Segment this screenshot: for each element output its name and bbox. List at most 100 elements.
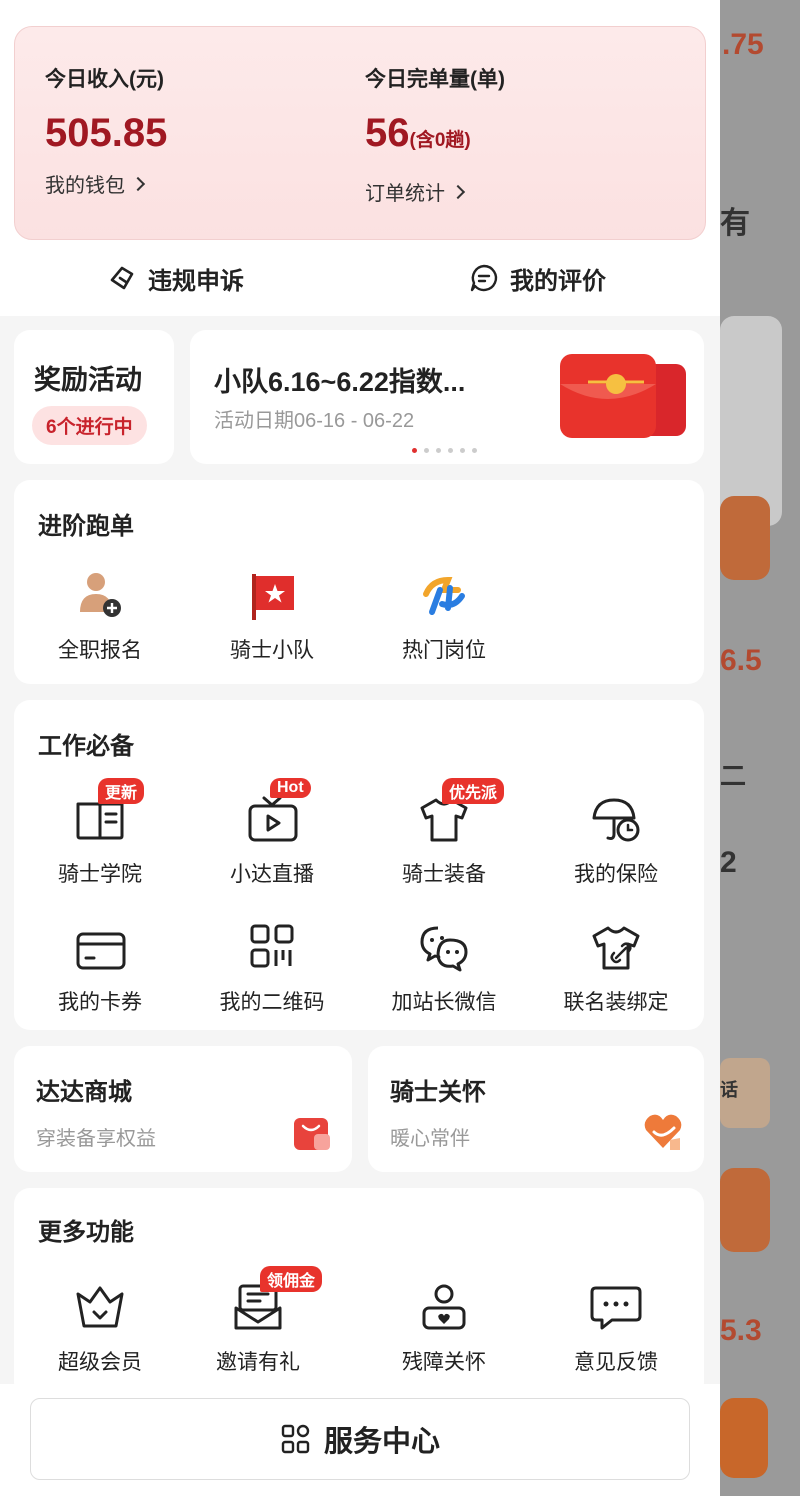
- service-center-label: 服务中心: [323, 1426, 440, 1458]
- reward-label: 奖励活动: [34, 365, 142, 395]
- my-coupons-item[interactable]: 我的卡券: [14, 920, 186, 1016]
- appeal-button[interactable]: 违规申诉: [106, 256, 244, 300]
- side-drawer: 今日收入(元) 505.85 我的钱包 今日完单量(单) 56(含0趟) 订单统…: [0, 0, 720, 1496]
- feedback-icon: [590, 1286, 642, 1330]
- hot-jobs-icon: [423, 576, 465, 615]
- invite-reward-label: 邀请有礼: [216, 1351, 300, 1374]
- grid-apps-icon: [281, 1424, 310, 1454]
- my-coupons-label: 我的卡券: [58, 991, 142, 1014]
- super-member-label: 超级会员: [58, 1351, 142, 1374]
- bg-orange-block: [720, 496, 770, 580]
- reward-activity-card[interactable]: 奖励活动 6个进行中: [14, 330, 174, 464]
- hot-positions-item[interactable]: 热门岗位: [358, 568, 530, 664]
- my-insurance-label: 我的保险: [574, 863, 658, 886]
- advanced-title: 进阶跑单: [38, 513, 134, 540]
- live-stream-item[interactable]: Hot 小达直播: [186, 778, 358, 888]
- reward-badge: 6个进行中: [32, 406, 147, 445]
- service-center-bar: 服务中心: [0, 1384, 720, 1496]
- mall-title: 达达商城: [36, 1079, 132, 1106]
- my-insurance-item[interactable]: 我的保险: [530, 792, 702, 888]
- wallet-link[interactable]: 我的钱包: [45, 169, 167, 198]
- card-icon: [76, 932, 126, 970]
- service-center-button[interactable]: 服务中心: [30, 1398, 690, 1480]
- my-qrcode-label: 我的二维码: [219, 991, 325, 1014]
- more-functions-title: 更多功能: [38, 1219, 134, 1246]
- orders-column: 今日完单量(单) 56(含0趟) 订单统计: [365, 63, 505, 206]
- tv-play-icon: [248, 796, 298, 842]
- crown-icon: [76, 1286, 124, 1328]
- bg-fragment: 5.3: [720, 1314, 762, 1347]
- comment-icon: [470, 264, 498, 292]
- today-orders-label: 今日完单量(单): [365, 68, 505, 91]
- red-envelope-icon: [560, 354, 686, 438]
- order-stats-link[interactable]: 订单统计: [365, 177, 505, 206]
- bg-fragment: 2: [720, 846, 737, 879]
- today-income-label: 今日收入(元): [45, 68, 164, 91]
- carousel-dot: [436, 448, 441, 453]
- bg-card: [720, 316, 782, 526]
- today-orders-value: 56: [365, 111, 410, 155]
- advanced-section: 进阶跑单 全职报名 骑士小队 热门岗位: [14, 480, 704, 684]
- rider-gear-item[interactable]: 优先派 骑士装备: [358, 778, 530, 888]
- tshirt-link-icon: [592, 926, 640, 970]
- umbrella-clock-icon: [592, 798, 640, 842]
- stationmaster-wechat-item[interactable]: 加站长微信: [358, 920, 530, 1016]
- chevron-right-icon: [450, 184, 466, 199]
- more-functions-section: 更多功能 超级会员 领佣金 邀请有礼 残障关怀 意见反馈: [14, 1188, 704, 1398]
- co-brand-binding-label: 联名装绑定: [563, 991, 669, 1014]
- work-essentials-title: 工作必备: [38, 733, 134, 760]
- super-member-item[interactable]: 超级会员: [14, 1280, 186, 1376]
- rider-care-card[interactable]: 骑士关怀 暖心常伴: [368, 1046, 704, 1172]
- carousel-dot: [424, 448, 429, 453]
- work-essentials-section: 工作必备 更新 骑士学院 Hot 小达直播 优先派 骑士装备 我的保险 我的卡券…: [14, 700, 704, 1030]
- wallet-link-label: 我的钱包: [45, 175, 125, 197]
- wechat-icon: [420, 926, 468, 972]
- banner-title: 小队6.16~6.22指数...: [214, 367, 466, 397]
- today-income-value: 505.85: [45, 111, 168, 155]
- live-stream-label: 小达直播: [230, 863, 314, 886]
- care-subtitle: 暖心常伴: [390, 1128, 470, 1150]
- bg-fragment: 有: [720, 207, 750, 240]
- carousel-dot: [412, 448, 417, 453]
- person-heart-icon: [422, 1284, 466, 1330]
- today-orders-value-row: 56(含0趟): [365, 111, 505, 163]
- fulltime-signup-label: 全职报名: [58, 639, 142, 662]
- appeal-label: 违规申诉: [148, 267, 244, 295]
- care-title: 骑士关怀: [390, 1079, 486, 1106]
- bg-fragment: .75: [722, 28, 764, 61]
- activity-banner[interactable]: 小队6.16~6.22指数... 活动日期06-16 - 06-22: [190, 330, 704, 464]
- invite-reward-item[interactable]: 领佣金 邀请有礼: [172, 1266, 344, 1376]
- rider-academy-item[interactable]: 更新 骑士学院: [14, 778, 186, 888]
- my-qrcode-item[interactable]: 我的二维码: [186, 920, 358, 1016]
- rider-team-item[interactable]: 骑士小队: [186, 568, 358, 664]
- income-column: 今日收入(元) 505.85 我的钱包: [45, 63, 167, 198]
- priority-tag: 优先派: [442, 778, 505, 804]
- bg-fragment: 6.5: [720, 644, 762, 677]
- qrcode-icon: [250, 924, 294, 968]
- dada-mall-card[interactable]: 达达商城 穿装备享权益: [14, 1046, 352, 1172]
- carousel-dots: [412, 448, 477, 453]
- carousel-dot: [448, 448, 453, 453]
- feedback-item[interactable]: 意见反馈: [530, 1280, 702, 1376]
- rider-gear-label: 骑士装备: [402, 863, 486, 886]
- person-add-icon: [80, 573, 121, 617]
- flag-icon: [252, 574, 294, 620]
- heart-hand-icon: [644, 1114, 682, 1150]
- gavel-icon: [110, 266, 134, 290]
- hot-tag: Hot: [270, 778, 311, 798]
- order-stats-label: 订单统计: [365, 183, 445, 205]
- rating-button[interactable]: 我的评价: [468, 256, 606, 300]
- background-page: .75 有 6.5 二 2 话 5.3: [720, 0, 800, 1496]
- shopping-bag-icon: [294, 1118, 330, 1150]
- commission-tag: 领佣金: [260, 1266, 323, 1292]
- income-card: 今日收入(元) 505.85 我的钱包 今日完单量(单) 56(含0趟) 订单统…: [14, 26, 706, 240]
- co-brand-binding-item[interactable]: 联名装绑定: [530, 920, 702, 1016]
- fulltime-signup-item[interactable]: 全职报名: [14, 568, 186, 664]
- update-tag: 更新: [98, 778, 145, 804]
- disability-care-item[interactable]: 残障关怀: [358, 1280, 530, 1376]
- feedback-label: 意见反馈: [574, 1351, 658, 1374]
- rider-team-label: 骑士小队: [230, 639, 314, 662]
- stationmaster-wechat-label: 加站长微信: [391, 991, 497, 1014]
- rider-academy-label: 骑士学院: [58, 863, 142, 886]
- bg-orange-button: [720, 1398, 768, 1478]
